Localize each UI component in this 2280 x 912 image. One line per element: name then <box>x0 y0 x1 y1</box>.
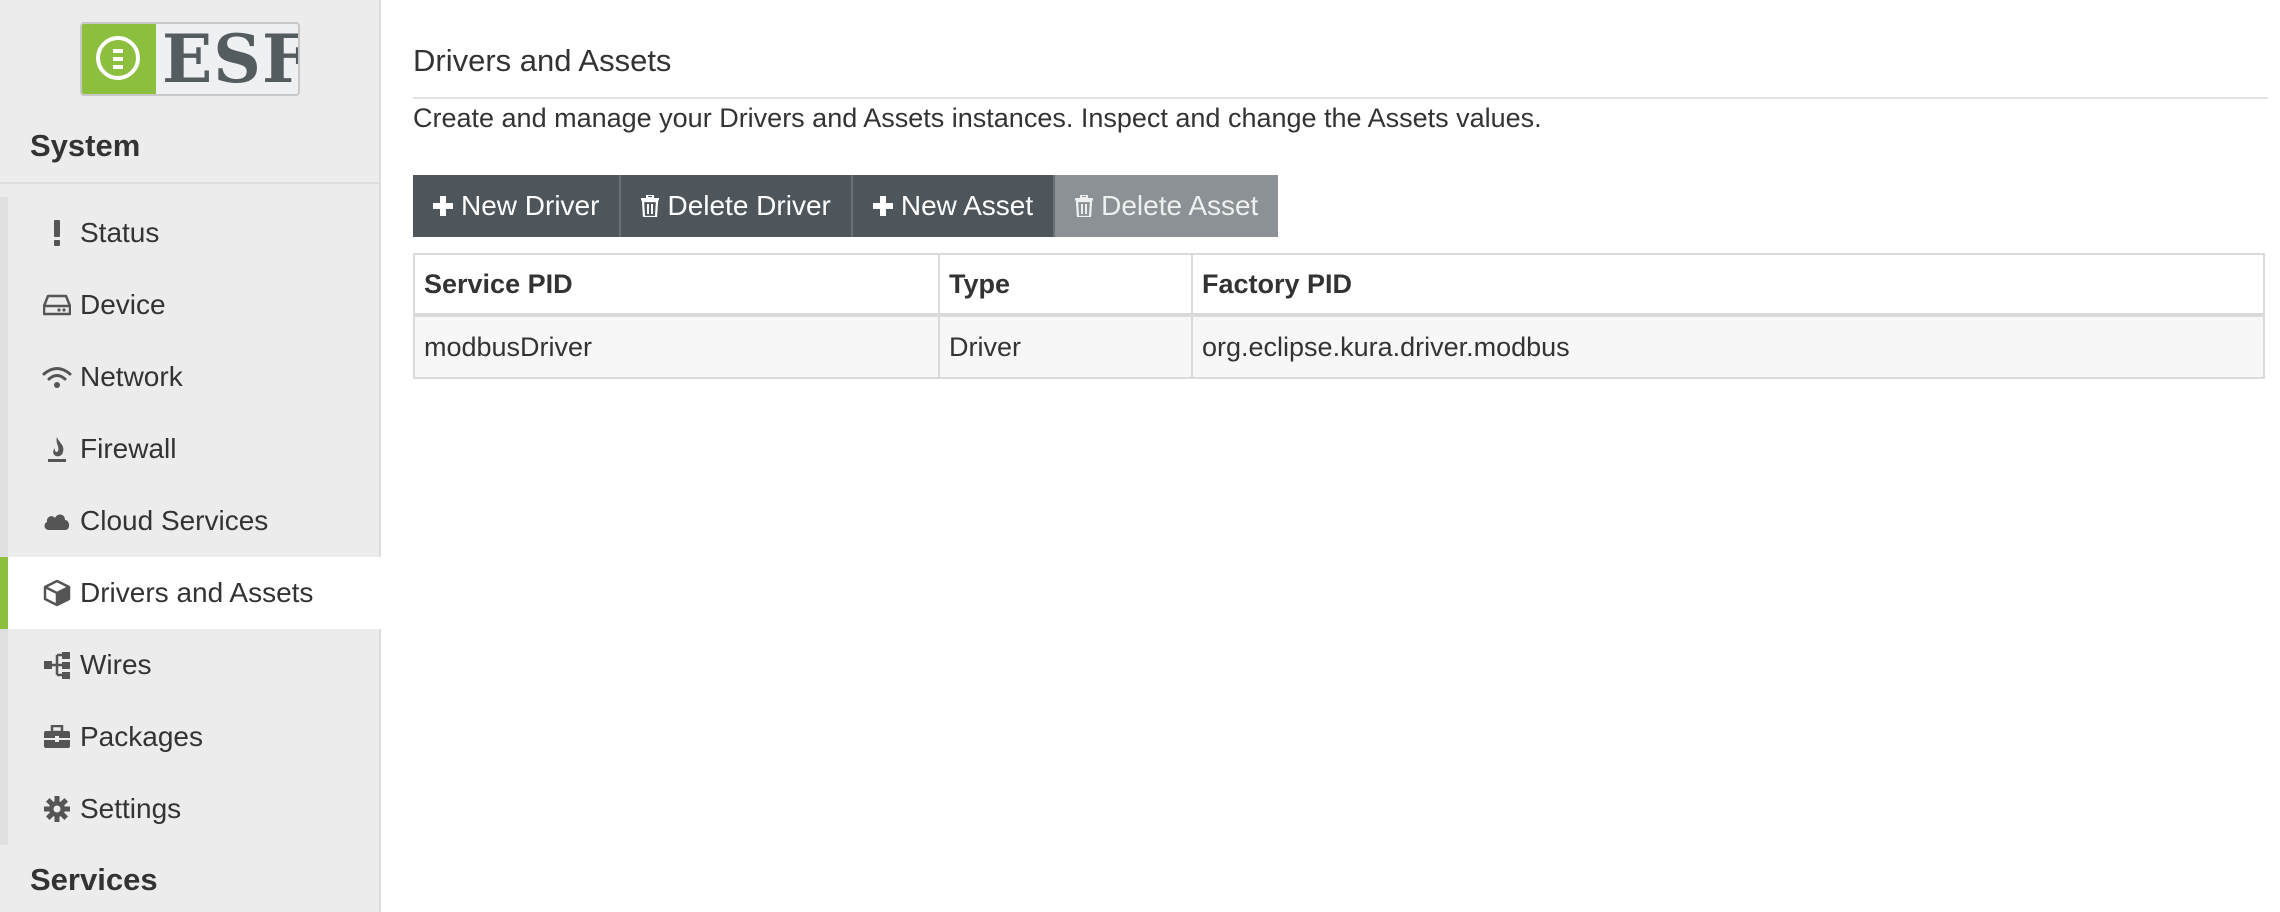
sidebar-item-cloud-services[interactable]: Cloud Services <box>0 485 381 557</box>
delete-asset-button[interactable]: Delete Asset <box>1055 175 1279 237</box>
new-asset-button[interactable]: New Asset <box>852 175 1056 237</box>
delete-driver-button[interactable]: Delete Driver <box>621 175 853 237</box>
plus-icon <box>433 196 453 216</box>
table-row[interactable]: modbusDriver Driver org.eclipse.kura.dri… <box>413 314 2265 379</box>
column-header-factory-pid[interactable]: Factory PID <box>1191 253 2265 317</box>
table-header-row: Service PID Type Factory PID <box>413 253 2265 317</box>
sidebar-item-label: Device <box>80 289 166 320</box>
delete-asset-label: Delete Asset <box>1101 190 1259 221</box>
sitemap-icon <box>40 651 74 679</box>
trash-icon <box>641 195 660 217</box>
esf-logo[interactable]: ESF <box>80 22 300 96</box>
sidebar-item-device[interactable]: Device <box>0 269 381 341</box>
section-divider <box>0 182 381 184</box>
column-header-service-pid[interactable]: Service PID <box>413 253 940 317</box>
exclamation-icon <box>40 220 74 246</box>
title-divider <box>413 97 2268 99</box>
sidebar-item-label: Status <box>80 217 160 248</box>
section-title-services: Services <box>30 862 158 897</box>
delete-driver-label: Delete Driver <box>667 190 831 221</box>
sidebar-item-label: Settings <box>80 793 182 824</box>
sidebar-item-label: Packages <box>80 721 203 752</box>
sidebar-item-settings[interactable]: Settings <box>0 773 381 845</box>
sidebar-item-label: Network <box>80 361 183 392</box>
column-header-type[interactable]: Type <box>938 253 1193 317</box>
sidebar: ESF System Status Device Network Firewal… <box>0 0 381 912</box>
gear-icon <box>40 796 74 822</box>
cell-type: Driver <box>938 314 1193 379</box>
fire-icon <box>40 435 74 463</box>
sidebar-item-packages[interactable]: Packages <box>0 701 381 773</box>
drivers-table: Service PID Type Factory PID modbusDrive… <box>413 253 2265 379</box>
new-driver-button[interactable]: New Driver <box>413 175 622 237</box>
cube-icon <box>40 579 74 607</box>
logo-text: ESF <box>162 22 300 96</box>
cell-factory-pid: org.eclipse.kura.driver.modbus <box>1191 314 2265 379</box>
toolbar: New Driver Delete Driver New Asset Delet… <box>413 175 1279 237</box>
briefcase-icon <box>40 725 74 749</box>
sidebar-item-drivers-and-assets[interactable]: Drivers and Assets <box>0 557 381 629</box>
sidebar-item-firewall[interactable]: Firewall <box>0 413 381 485</box>
sidebar-item-label: Cloud Services <box>80 505 269 536</box>
hard-drive-icon <box>40 294 74 316</box>
logo-plug-icon <box>82 24 156 94</box>
sidebar-item-label: Firewall <box>80 433 177 464</box>
wifi-icon <box>40 365 74 389</box>
sidebar-item-network[interactable]: Network <box>0 341 381 413</box>
section-title-system: System <box>30 128 141 163</box>
cloud-icon <box>40 510 74 532</box>
sidebar-nav: Status Device Network Firewall Cloud Ser… <box>0 197 381 845</box>
cell-service-pid: modbusDriver <box>413 314 940 379</box>
sidebar-item-label: Drivers and Assets <box>80 577 314 608</box>
page-description: Create and manage your Drivers and Asset… <box>413 103 1542 133</box>
plus-icon <box>872 196 893 216</box>
new-driver-label: New Driver <box>461 190 600 221</box>
trash-icon <box>1075 195 1094 217</box>
page-title: Drivers and Assets <box>413 43 672 78</box>
sidebar-item-status[interactable]: Status <box>0 197 381 269</box>
new-asset-label: New Asset <box>900 190 1034 221</box>
sidebar-item-wires[interactable]: Wires <box>0 629 381 701</box>
sidebar-item-label: Wires <box>80 649 152 680</box>
